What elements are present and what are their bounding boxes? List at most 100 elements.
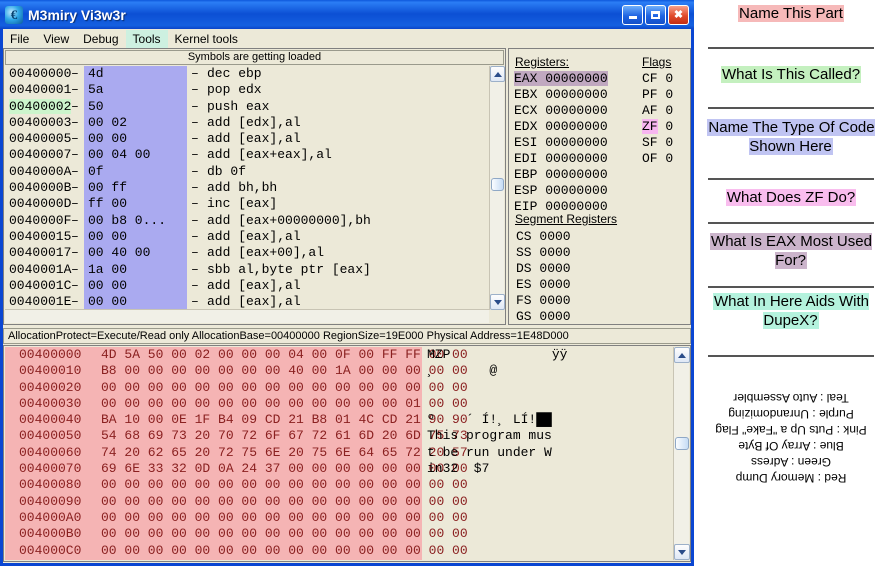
maximize-button[interactable] <box>645 4 666 25</box>
menu-item-view[interactable]: View <box>36 30 76 48</box>
maximize-icon <box>651 10 660 19</box>
divider-6 <box>708 355 874 357</box>
segment-register-row-fs[interactable]: FS 0000 <box>516 293 571 308</box>
scrollbar-thumb[interactable] <box>491 178 504 191</box>
register-row-esi[interactable]: ESI 00000000 <box>514 135 608 150</box>
flag-value: 0 <box>657 119 674 134</box>
hex-dump-row[interactable]: 00400000 4D 5A 50 00 02 00 00 00 04 00 0F… <box>5 347 673 363</box>
disassembly-vscrollbar[interactable] <box>489 66 505 310</box>
hex-dump-list[interactable]: 00400000 4D 5A 50 00 02 00 00 00 04 00 0F… <box>5 347 673 560</box>
hex-dump-address: 004000D0 <box>19 559 81 560</box>
disassembly-row[interactable]: 00400015–00 00– add [eax],al <box>5 229 489 245</box>
annotation-panel: Name This Part What Is This Called? Name… <box>694 0 888 566</box>
disassembly-row[interactable]: 0040000B –00 ff – add bh,bh <box>5 180 489 196</box>
register-row-ecx[interactable]: ECX 00000000 <box>514 103 608 118</box>
flag-row-af[interactable]: AF 0 <box>642 103 673 118</box>
register-row-ebx[interactable]: EBX 00000000 <box>514 87 608 102</box>
disassembly-instruction: add [eax],al <box>207 277 301 293</box>
disassembly-row[interactable]: 0040001A –1a 00– sbb al,byte ptr [eax] <box>5 262 489 278</box>
hex-dump-row[interactable]: 00400040 BA 10 00 0E 1F B4 09 CD 21 B8 01… <box>5 412 673 428</box>
disassembly-row[interactable]: 00400005–00 00– add [eax],al <box>5 131 489 147</box>
dump-scroll-down-button[interactable] <box>674 544 690 560</box>
disassembly-row[interactable]: 0040000F –00 b8 0... – add [eax+00000000],b… <box>5 213 489 229</box>
menu-item-kernel-tools[interactable]: Kernel tools <box>168 30 245 48</box>
flag-value: 0 <box>657 103 674 118</box>
flag-row-pf[interactable]: PF 0 <box>642 87 673 102</box>
hex-dump-bytes: 00 00 00 00 00 00 00 00 00 00 00 00 00 0… <box>101 395 468 411</box>
close-icon: ✖ <box>673 9 684 21</box>
scroll-up-button[interactable] <box>490 66 505 82</box>
dump-scroll-up-button[interactable] <box>674 347 690 363</box>
hex-dump-row[interactable]: 004000B0 00 00 00 00 00 00 00 00 00 00 00… <box>5 526 673 542</box>
disassembly-row[interactable]: 0040001C –00 00– add [eax],al <box>5 278 489 294</box>
menu-item-debug[interactable]: Debug <box>76 30 125 48</box>
minimize-button[interactable] <box>622 4 643 25</box>
flag-row-cf[interactable]: CF 0 <box>642 71 673 86</box>
segment-register-row-ds[interactable]: DS 0000 <box>516 261 571 276</box>
close-button[interactable]: ✖ <box>668 4 689 25</box>
disassembly-row[interactable]: 00400002–50– push eax <box>5 98 489 115</box>
hex-dump-row[interactable]: 00400020 00 00 00 00 00 00 00 00 00 00 00… <box>5 380 673 396</box>
hex-dump-row[interactable]: 004000D0 00 00 00 00 00 00 00 00 00 00 00… <box>5 559 673 560</box>
window-controls: ✖ <box>622 4 689 25</box>
flag-name: SF <box>642 135 658 150</box>
disassembly-opcode-bytes: 00 ff <box>88 180 128 196</box>
flag-name: CF <box>642 71 658 86</box>
title-bar[interactable]: € M3miry Vi3w3r ✖ <box>0 0 694 29</box>
disassembly-dash-2: – <box>191 98 199 114</box>
register-row-ebp[interactable]: EBP 00000000 <box>514 167 608 182</box>
segment-register-row-ss[interactable]: SS 0000 <box>516 245 571 260</box>
hex-dump-row[interactable]: 00400080 00 00 00 00 00 00 00 00 00 00 00… <box>5 477 673 493</box>
hex-dump-row[interactable]: 004000A0 00 00 00 00 00 00 00 00 00 00 00… <box>5 510 673 526</box>
disassembly-row[interactable]: 00400007–00 04 00– add [eax+eax],al <box>5 147 489 163</box>
disassembly-address: 00400002 <box>9 98 72 114</box>
question-4: What Does ZF Do? <box>694 188 888 207</box>
disassembly-row[interactable]: 00400003–00 02– add [edx],al <box>5 115 489 131</box>
hex-dump-row[interactable]: 004000C0 00 00 00 00 00 00 00 00 00 00 00… <box>5 543 673 559</box>
disassembly-row[interactable]: 00400001–5a – pop edx <box>5 82 489 98</box>
register-row-eax[interactable]: EAX 00000000 <box>514 71 608 86</box>
divider-2 <box>708 107 874 109</box>
disassembly-dash-2: – <box>191 82 199 98</box>
disassembly-row[interactable]: 00400017–00 40 00– add [eax+00],al <box>5 245 489 261</box>
hex-dump-bytes: 74 20 62 65 20 72 75 6E 20 75 6E 64 65 7… <box>101 444 468 460</box>
disassembly-row[interactable]: 0040000A –0f – db 0f <box>5 164 489 180</box>
disassembly-dash-2: – <box>191 212 199 228</box>
disassembly-row[interactable]: 0040000D – ff 00– inc [eax] <box>5 196 489 212</box>
hex-dump-row[interactable]: 00400060 74 20 62 65 20 72 75 6E 20 75 6E… <box>5 445 673 461</box>
disassembly-row[interactable]: 0040001E –00 00– add [eax],al <box>5 294 489 310</box>
flag-value: 0 <box>657 151 674 166</box>
hex-dump-row[interactable]: 00400090 00 00 00 00 00 00 00 00 00 00 00… <box>5 494 673 510</box>
register-row-edx[interactable]: EDX 00000000 <box>514 119 608 134</box>
hex-dump-row[interactable]: 00400050 54 68 69 73 20 70 72 6F 67 72 61… <box>5 428 673 444</box>
segment-register-row-gs[interactable]: GS 0000 <box>516 309 571 324</box>
hex-dump-row[interactable]: 00400070 69 6E 33 32 0D 0A 24 37 00 00 00… <box>5 461 673 477</box>
register-row-eip[interactable]: EIP 00000000 <box>514 199 608 214</box>
disassembly-instruction: add [eax+00000000],bh <box>207 212 371 228</box>
disassembly-hscrollbar[interactable] <box>5 309 489 323</box>
flag-row-zf[interactable]: ZF 0 <box>642 119 673 134</box>
disassembly-address: 00400005 <box>9 131 72 147</box>
register-row-esp[interactable]: ESP 00000000 <box>514 183 608 198</box>
hex-dump-bytes: 00 00 00 00 00 00 00 00 00 00 00 00 00 0… <box>101 493 468 509</box>
register-row-edi[interactable]: EDI 00000000 <box>514 151 608 166</box>
hex-dump-vscrollbar[interactable] <box>673 347 690 560</box>
disassembly-row[interactable]: 00400000–4d – dec ebp <box>5 66 489 82</box>
hex-dump-row[interactable]: 00400030 00 00 00 00 00 00 00 00 00 00 00… <box>5 396 673 412</box>
menu-item-tools[interactable]: Tools <box>125 29 168 48</box>
dump-scrollbar-thumb[interactable] <box>675 437 689 450</box>
menu-item-file[interactable]: File <box>3 30 36 48</box>
hex-dump-bytes: 00 00 00 00 00 00 00 00 00 00 00 00 00 0… <box>101 526 468 542</box>
scroll-down-button[interactable] <box>490 294 505 310</box>
disassembly-dash-1: – <box>71 82 79 98</box>
hex-dump-bytes: B8 00 00 00 00 00 00 00 40 00 1A 00 00 0… <box>101 363 468 379</box>
segment-register-row-cs[interactable]: CS 0000 <box>516 229 571 244</box>
hex-dump-row[interactable]: 00400010 B8 00 00 00 00 00 00 00 40 00 1A… <box>5 363 673 379</box>
disassembly-list[interactable]: 00400000–4d – dec ebp 00400001–5a – pop edx 00… <box>5 66 489 310</box>
flag-row-sf[interactable]: SF 0 <box>642 135 673 150</box>
disassembly-opcode-bytes: 00 40 00 <box>88 245 151 261</box>
flag-row-of[interactable]: OF 0 <box>642 151 673 166</box>
question-3: Name The Type Of Code Shown Here <box>694 118 888 156</box>
hex-dump-address: 00400000 <box>19 347 82 362</box>
segment-register-row-es[interactable]: ES 0000 <box>516 277 571 292</box>
